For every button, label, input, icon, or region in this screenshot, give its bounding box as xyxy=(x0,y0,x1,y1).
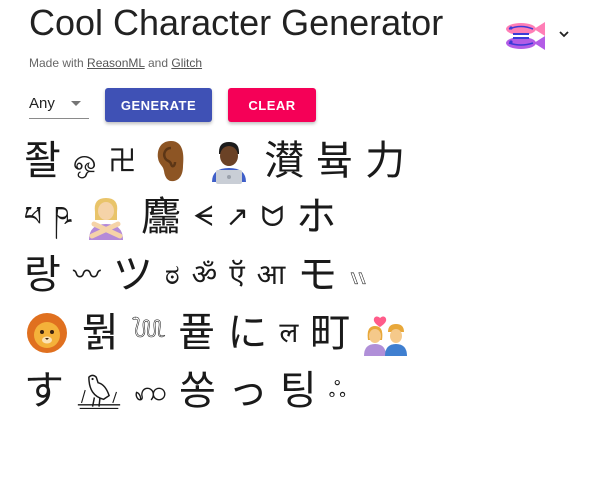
character: ल xyxy=(279,316,299,349)
egyptian-hieroglyph-bird-icon xyxy=(76,368,122,414)
character-row: ཕ ཥ 麢 ᗕ ↗ ᗢ ホ xyxy=(24,188,524,246)
character: आ xyxy=(256,258,286,291)
chevron-down-icon[interactable] xyxy=(558,28,570,40)
character: 랑 xyxy=(24,252,61,298)
character: ᗢ xyxy=(260,200,285,233)
select-value: Any xyxy=(29,95,55,112)
and-text: and xyxy=(147,56,169,70)
character: ツ xyxy=(112,252,153,298)
character: ᗕ xyxy=(193,200,214,233)
character: に xyxy=(227,310,268,356)
character: す xyxy=(24,368,64,414)
character: 麢 xyxy=(141,194,182,240)
character: 픁 xyxy=(178,310,216,356)
character-row: 랑 〰 ツ ಠ ॐ ऍ आ モ 𓏭 xyxy=(24,246,524,304)
character: 뭙 xyxy=(82,310,119,356)
character: モ xyxy=(297,252,338,298)
made-with-prefix: Made with xyxy=(29,56,84,70)
character: ஃ xyxy=(328,378,346,403)
character-row: す ꩲ 쏭 っ 팅 ஃ xyxy=(24,362,524,420)
generate-button[interactable]: GENERATE xyxy=(105,88,212,122)
generated-characters: 좔 ஒ 卍 濽 븈 力 ཕ ཥ 麢 ᗕ ↗ ᗢ ホ 랑 〰 ツ ಠ ॐ ऍ आ … xyxy=(24,134,524,420)
character: ꩲ xyxy=(134,374,168,407)
character: ஒ xyxy=(72,144,97,177)
character: 〰 xyxy=(72,258,101,291)
page: Cool Character Generator Made with Reaso… xyxy=(0,0,589,487)
character: 좔 xyxy=(24,138,61,184)
ear-emoji-icon xyxy=(148,138,194,184)
character: ಠ xyxy=(164,258,180,291)
glitch-fish-logo-icon[interactable] xyxy=(499,16,555,56)
character: ホ xyxy=(296,194,337,240)
character: ཕ xyxy=(24,200,42,233)
character: ↗ xyxy=(225,200,249,233)
character-type-select[interactable]: Any xyxy=(29,89,89,119)
character: っ xyxy=(227,368,268,414)
character: 卍 xyxy=(108,144,137,177)
clear-button[interactable]: CLEAR xyxy=(228,88,316,122)
couple-with-heart-emoji-icon xyxy=(362,310,408,356)
character: 팅 xyxy=(279,368,317,414)
character: 븈 xyxy=(316,138,354,184)
glitch-link[interactable]: Glitch xyxy=(171,56,202,70)
reasonml-link[interactable]: ReasonML xyxy=(87,56,145,70)
character: 町 xyxy=(310,310,351,356)
character: 𓏭 xyxy=(349,258,368,291)
character: 濽 xyxy=(264,138,305,184)
character: 𓆙 xyxy=(130,316,167,349)
character: ऍ xyxy=(229,258,245,291)
character: ཥ xyxy=(53,200,72,233)
character: 쏭 xyxy=(179,368,216,414)
dropdown-arrow-icon xyxy=(71,101,81,106)
character-row: 뭙 𓆙 픁 に ल 町 xyxy=(24,304,524,362)
made-with-credit: Made with ReasonML and Glitch xyxy=(29,56,202,70)
character: ॐ xyxy=(191,258,218,291)
page-title: Cool Character Generator xyxy=(29,2,444,43)
technologist-emoji-icon xyxy=(206,138,252,184)
lion-face-emoji-icon xyxy=(24,310,70,356)
character: 力 xyxy=(365,138,406,184)
character-row: 좔 ஒ 卍 濽 븈 力 xyxy=(24,134,524,188)
person-gesturing-no-emoji-icon xyxy=(83,194,129,240)
